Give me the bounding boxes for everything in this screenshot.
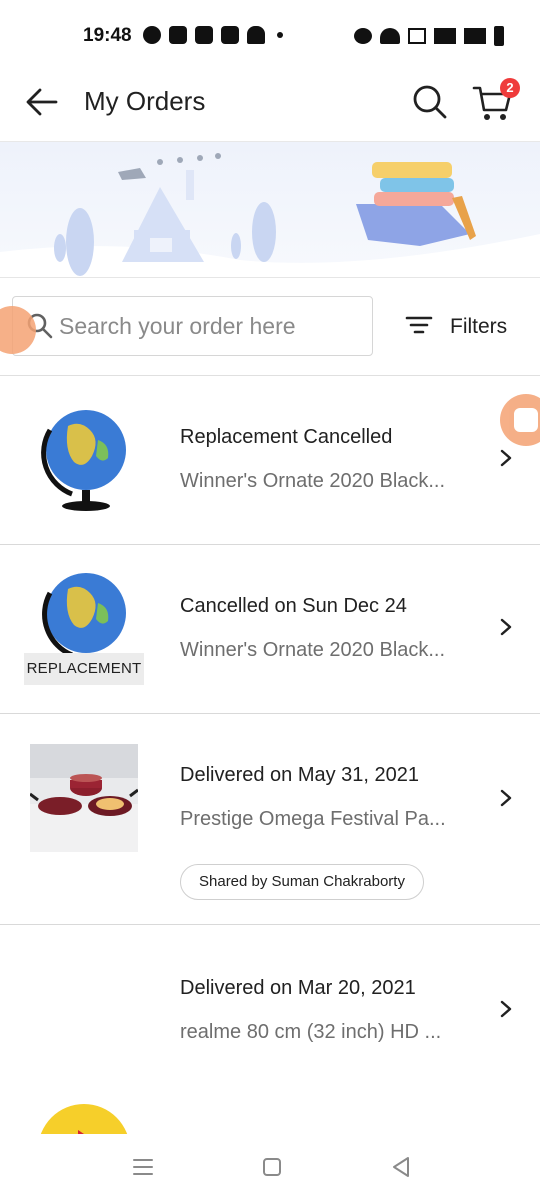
battery-icon	[494, 26, 504, 46]
order-item[interactable]: Replacement Cancelled Winner's Ornate 20…	[0, 376, 540, 545]
order-status: Delivered on Mar 20, 2021	[180, 977, 416, 999]
notification-icons	[143, 26, 283, 44]
order-status: Replacement Cancelled	[180, 426, 393, 448]
partial-product-thumbnail	[40, 1104, 128, 1134]
volte-icon	[408, 28, 426, 44]
chevron-right-icon	[500, 789, 512, 807]
globe-icon	[42, 573, 126, 655]
wifi-icon	[380, 28, 400, 44]
filter-icon	[405, 316, 433, 334]
winter-banner	[0, 142, 540, 278]
order-search-box[interactable]	[12, 296, 373, 356]
back-arrow-icon[interactable]	[24, 84, 60, 120]
more-notifications-icon	[277, 32, 283, 38]
globe-icon	[41, 410, 126, 511]
home-button-icon[interactable]	[259, 1154, 285, 1180]
status-bar: 19:48	[0, 0, 540, 70]
signal-2-icon	[464, 28, 486, 44]
cart-count-badge: 2	[500, 78, 520, 98]
order-product-name: Prestige Omega Festival Pa...	[180, 808, 446, 830]
alarm-icon	[354, 28, 372, 44]
filters-button[interactable]: Filters	[404, 308, 524, 348]
order-item[interactable]: Delivered on May 31, 2021 Prestige Omega…	[0, 714, 540, 925]
system-icons	[354, 26, 504, 46]
search-icon[interactable]	[410, 82, 448, 120]
system-nav-bar	[0, 1134, 540, 1200]
filters-label: Filters	[450, 315, 508, 338]
teams-icon	[169, 26, 187, 44]
chevron-right-icon	[500, 618, 512, 636]
recent-apps-icon[interactable]	[130, 1154, 156, 1180]
order-item-partial[interactable]	[0, 1100, 540, 1134]
shared-by-chip[interactable]: Shared by Suman Chakraborty	[180, 864, 424, 900]
order-product-name: realme 80 cm (32 inch) HD ...	[180, 1021, 442, 1043]
order-status: Cancelled on Sun Dec 24	[180, 595, 407, 617]
winter-banner-illustration	[0, 153, 540, 277]
order-product-name: Winner's Ornate 2020 Black...	[180, 639, 446, 661]
home-icon	[247, 26, 265, 44]
cookware-image	[30, 744, 138, 852]
search-row: Filters	[0, 278, 540, 376]
back-button-icon[interactable]	[388, 1154, 414, 1180]
order-product-name: Winner's Ornate 2020 Black...	[180, 470, 446, 492]
whatsapp-icon	[143, 26, 161, 44]
order-item[interactable]: Delivered on Mar 20, 2021 realme 80 cm (…	[0, 925, 540, 1100]
app-icon	[195, 26, 213, 44]
signal-1-icon	[434, 28, 456, 44]
app-bar: My Orders 2	[0, 70, 540, 142]
chevron-right-icon	[500, 1000, 512, 1018]
page-title: My Orders	[84, 86, 206, 116]
chevron-right-icon	[500, 449, 512, 467]
order-status: Delivered on May 31, 2021	[180, 764, 420, 786]
mail-icon	[221, 26, 239, 44]
replacement-tag: REPLACEMENT	[24, 653, 144, 685]
status-time: 19:48	[83, 25, 132, 46]
order-item[interactable]: REPLACEMENT Cancelled on Sun Dec 24 Winn…	[0, 545, 540, 714]
order-search-input[interactable]	[59, 307, 359, 345]
